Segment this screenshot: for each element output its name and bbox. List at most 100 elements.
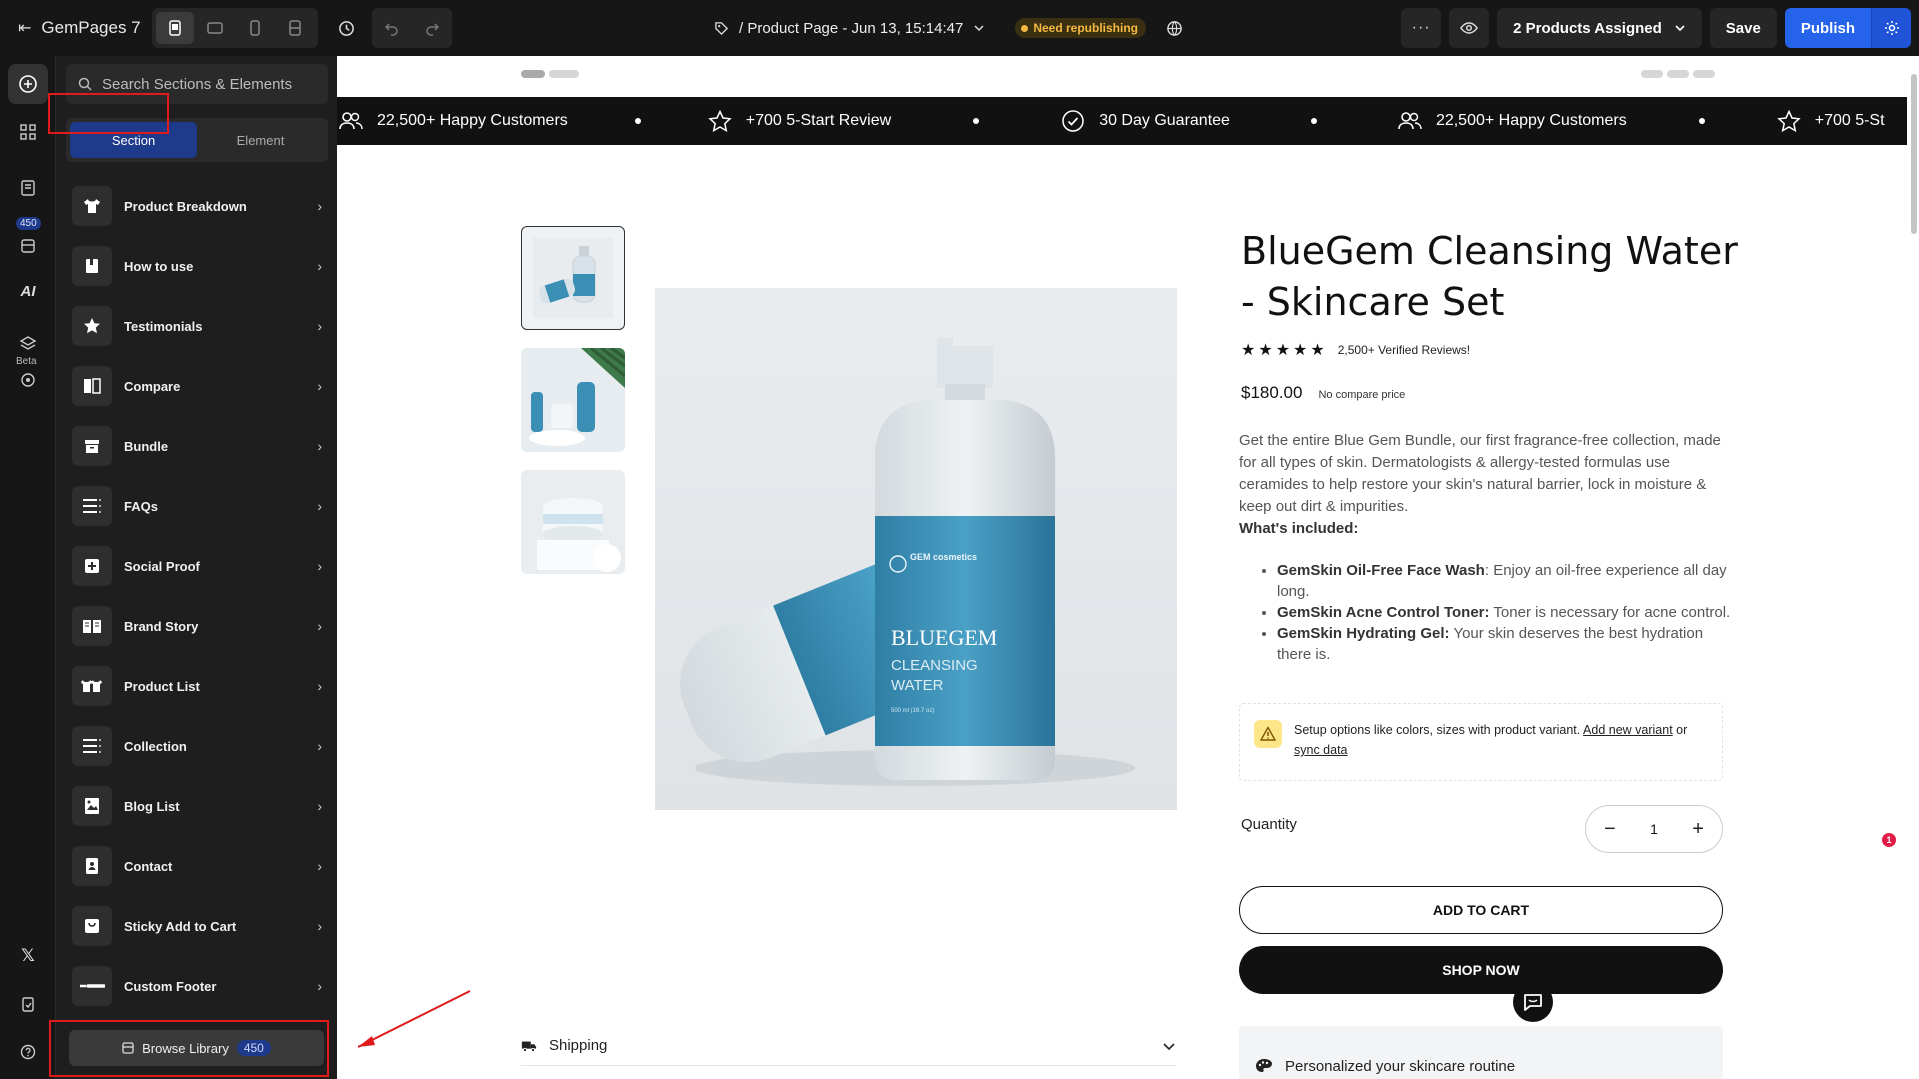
marquee-separator [891, 118, 1061, 124]
search-input[interactable] [102, 75, 322, 93]
add-variant-link[interactable]: Add new variant [1583, 723, 1673, 737]
chat-notification-badge: 1 [1882, 833, 1896, 847]
marquee-item: +700 5-Start Review [708, 110, 891, 132]
section-item-label: Contact [124, 858, 173, 874]
pages-button[interactable] [8, 168, 48, 208]
quantity-value[interactable]: 1 [1650, 821, 1658, 837]
products-assigned-dropdown[interactable]: 2 Products Assigned [1497, 8, 1702, 48]
responsive-view-button[interactable] [276, 12, 314, 44]
minus-button[interactable]: − [1604, 818, 1616, 841]
chevron-right-icon: › [317, 378, 322, 394]
canvas-scrollbar[interactable] [1911, 74, 1917, 234]
undo-button[interactable] [372, 8, 412, 48]
logo-area: ⇤ GemPages 7 [0, 18, 152, 38]
tag-icon [715, 21, 729, 35]
notice-or: or [1676, 723, 1688, 737]
chevron-right-icon: › [317, 618, 322, 634]
add-to-cart-button[interactable]: ADD TO CART [1239, 886, 1723, 934]
star-filled-icon: ★ [1241, 342, 1256, 359]
desktop-view-button[interactable] [156, 12, 194, 44]
list-icon [72, 486, 112, 526]
chevron-right-icon: › [317, 858, 322, 874]
add-element-button[interactable] [8, 64, 48, 104]
publish-settings-button[interactable] [1871, 8, 1911, 48]
description-text: Get the entire Blue Gem Bundle, our firs… [1239, 432, 1721, 515]
help-button[interactable] [8, 1032, 48, 1072]
price-amount: $180.00 [1241, 383, 1303, 402]
product-thumbnail-3[interactable] [521, 470, 625, 574]
plus-button[interactable]: + [1692, 818, 1704, 841]
section-item-product-list[interactable]: Product List › [66, 656, 328, 716]
section-item-contact[interactable]: Contact › [66, 836, 328, 896]
globe-icon[interactable] [1166, 20, 1183, 37]
checklist-button[interactable] [8, 984, 48, 1024]
product-thumbnail-2[interactable] [521, 348, 625, 452]
tablet-view-button[interactable] [196, 12, 234, 44]
open-book-icon [72, 606, 112, 646]
section-item-testimonials[interactable]: Testimonials › [66, 296, 328, 356]
section-item-collection[interactable]: Collection › [66, 716, 328, 776]
shop-now-button[interactable]: SHOP NOW [1239, 946, 1723, 994]
section-item-compare[interactable]: Compare › [66, 356, 328, 416]
section-item-faqs[interactable]: FAQs › [66, 476, 328, 536]
section-drag-handle[interactable] [521, 70, 579, 78]
save-button[interactable]: Save [1709, 8, 1777, 48]
section-item-sticky-add-to-cart[interactable]: Sticky Add to Cart › [66, 896, 328, 956]
chevron-down-icon [1163, 1042, 1175, 1050]
plus-square-icon [72, 546, 112, 586]
undo-icon [384, 23, 398, 36]
tab-element[interactable]: Element [197, 122, 324, 158]
apps-button[interactable] [8, 112, 48, 152]
target-icon [21, 373, 35, 387]
included-item-name: GemSkin Acne Control Toner: [1277, 604, 1490, 621]
footer-icon [72, 966, 112, 1006]
status-badge: Need republishing [1015, 18, 1147, 38]
section-item-product-breakdown[interactable]: Product Breakdown › [66, 176, 328, 236]
beta-feature-button[interactable] [8, 360, 48, 400]
sync-data-link[interactable]: sync data [1294, 743, 1348, 757]
clipboard-icon [22, 997, 34, 1012]
section-item-label: Compare [124, 378, 181, 394]
palette-icon [1256, 1059, 1272, 1072]
section-item-brand-story[interactable]: Brand Story › [66, 596, 328, 656]
exit-icon[interactable]: ⇤ [18, 18, 31, 38]
mobile-view-button[interactable] [236, 12, 274, 44]
editor-canvas[interactable]: 22,500+ Happy Customers +700 5-Start Rev… [337, 56, 1919, 1079]
chevron-right-icon: › [317, 558, 322, 574]
history-button[interactable] [326, 8, 366, 48]
chevron-right-icon: › [317, 678, 322, 694]
search-icon [78, 77, 92, 91]
preview-button[interactable] [1449, 8, 1490, 48]
redo-button[interactable] [412, 8, 452, 48]
plus-circle-icon [19, 75, 37, 93]
tshirts-icon [72, 666, 112, 706]
chevron-down-icon [1675, 25, 1685, 32]
chevron-down-icon[interactable] [973, 22, 985, 34]
box-icon [72, 426, 112, 466]
product-thumbnail-1[interactable] [521, 226, 625, 330]
announcement-marquee: 22,500+ Happy Customers +700 5-Start Rev… [337, 97, 1907, 145]
compare-icon [72, 366, 112, 406]
shipping-accordion[interactable]: Shipping [521, 1026, 1176, 1066]
section-item-how-to-use[interactable]: How to use › [66, 236, 328, 296]
section-item-blog-list[interactable]: Blog List › [66, 776, 328, 836]
product-main-image[interactable]: BLUEGEM GEM cosmetics BLUEGEM CLEANSING … [655, 288, 1177, 810]
publish-button[interactable]: Publish [1784, 8, 1871, 48]
section-toolbar-handle[interactable] [1641, 70, 1715, 78]
library-button[interactable] [8, 226, 48, 266]
personalized-routine-box[interactable]: Personalized your skincare routine [1239, 1026, 1723, 1079]
x-button[interactable]: 𝕏 [8, 936, 48, 976]
product-description: Get the entire Blue Gem Bundle, our firs… [1239, 430, 1729, 540]
section-item-bundle[interactable]: Bundle › [66, 416, 328, 476]
shipping-label: Shipping [549, 1037, 608, 1054]
publish-group: Publish [1784, 8, 1911, 48]
ai-button[interactable]: AI [8, 271, 48, 311]
chat-button[interactable] [1513, 982, 1553, 1022]
section-item-custom-footer[interactable]: Custom Footer › [66, 956, 328, 1016]
chevron-right-icon: › [317, 318, 322, 334]
marquee-text: +700 5-Start Review [745, 112, 892, 129]
section-item-social-proof[interactable]: Social Proof › [66, 536, 328, 596]
more-button[interactable]: ··· [1401, 8, 1442, 48]
page-title[interactable]: / Product Page - Jun 13, 15:14:47 [739, 20, 963, 37]
bottle-name-2: CLEANSING [891, 657, 978, 674]
